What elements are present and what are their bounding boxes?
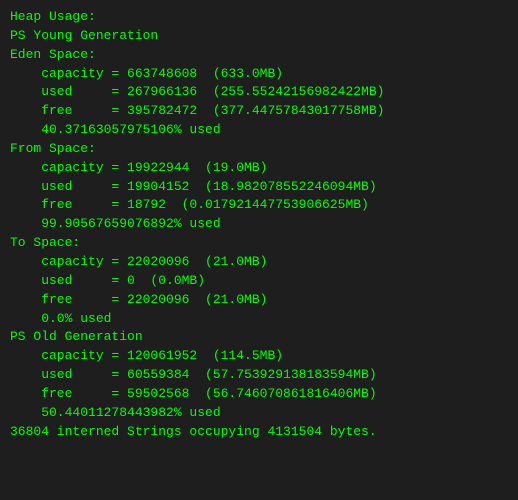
output-line-17: PS Old Generation xyxy=(10,328,508,347)
output-line-8: capacity = 19922944 (19.0MB) xyxy=(10,159,508,178)
output-line-6: 40.37163057975106% used xyxy=(10,121,508,140)
output-line-13: capacity = 22020096 (21.0MB) xyxy=(10,253,508,272)
heap-usage-output: Heap Usage:PS Young GenerationEden Space… xyxy=(10,8,508,441)
output-line-18: capacity = 120061952 (114.5MB) xyxy=(10,347,508,366)
output-line-19: used = 60559384 (57.753929138183594MB) xyxy=(10,366,508,385)
output-line-16: 0.0% used xyxy=(10,310,508,329)
output-line-9: used = 19904152 (18.982078552246094MB) xyxy=(10,178,508,197)
output-line-1: PS Young Generation xyxy=(10,27,508,46)
output-line-14: used = 0 (0.0MB) xyxy=(10,272,508,291)
output-line-0: Heap Usage: xyxy=(10,8,508,27)
output-line-2: Eden Space: xyxy=(10,46,508,65)
output-line-3: capacity = 663748608 (633.0MB) xyxy=(10,65,508,84)
output-line-10: free = 18792 (0.017921447753906625MB) xyxy=(10,196,508,215)
output-line-4: used = 267966136 (255.55242156982422MB) xyxy=(10,83,508,102)
output-line-21: 50.44011278443982% used xyxy=(10,404,508,423)
output-line-20: free = 59502568 (56.746070861816406MB) xyxy=(10,385,508,404)
output-line-12: To Space: xyxy=(10,234,508,253)
output-line-23: 36804 interned Strings occupying 4131504… xyxy=(10,423,508,442)
output-line-15: free = 22020096 (21.0MB) xyxy=(10,291,508,310)
output-line-5: free = 395782472 (377.44757843017758MB) xyxy=(10,102,508,121)
output-line-7: From Space: xyxy=(10,140,508,159)
output-line-11: 99.90567659076892% used xyxy=(10,215,508,234)
